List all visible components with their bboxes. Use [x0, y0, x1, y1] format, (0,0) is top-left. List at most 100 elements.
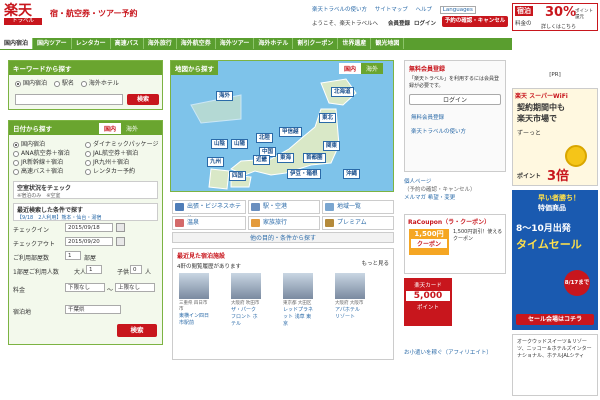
coupon-panel[interactable]: RaCoupon（ラ・クーポン） 1,500円 クーポン 1,500円割引！使え… — [404, 214, 506, 274]
date-tab-domestic[interactable]: 国内 — [99, 123, 122, 134]
date-radio-jrkyushu[interactable] — [85, 159, 91, 166]
onsen-icon — [175, 219, 184, 227]
nav-overseas-hotel[interactable]: 海外ホテル — [254, 38, 294, 49]
nav-overseas-air[interactable]: 海外航空券 — [177, 38, 216, 49]
kw-radio-station[interactable] — [53, 80, 60, 87]
region-okinawa[interactable]: 沖縄 — [343, 169, 361, 179]
sidebar-login-button[interactable]: ログイン — [409, 94, 501, 105]
howto-link[interactable]: 楽天トラベルの使い方 — [312, 7, 367, 13]
keyword-input[interactable] — [15, 94, 123, 105]
category-label: 地域一覧 — [337, 203, 362, 210]
category-onsen[interactable]: 温泉 — [172, 216, 246, 230]
region-tokai[interactable]: 東海 — [277, 153, 295, 163]
family-icon — [251, 219, 260, 227]
kw-radio-overseas[interactable] — [80, 80, 87, 87]
region-izu-hakone[interactable]: 伊豆・箱根 — [287, 169, 321, 179]
ana-title2: 特価商品 — [538, 204, 566, 212]
region-hokuriku[interactable]: 北陸 — [256, 133, 274, 143]
date-radio-jr[interactable] — [13, 159, 19, 166]
region-shutoken[interactable]: 首都圏 — [303, 153, 326, 163]
region-kyushu[interactable]: 九州 — [207, 157, 225, 167]
recent-hotel-card[interactable]: 東京都 大田区 レッドプラネット 浅草 東京 — [283, 273, 313, 327]
sidebar-link-howto[interactable]: 楽天トラベルの使い方 — [405, 125, 505, 137]
calendar-icon[interactable] — [116, 223, 125, 232]
kw-radio-domestic[interactable] — [15, 80, 21, 87]
nav-coupon[interactable]: 割引クーポン — [293, 38, 339, 49]
region-kanto[interactable]: 関東 — [323, 141, 341, 151]
category-station[interactable]: 駅・空港 — [248, 200, 320, 214]
region-sanyo[interactable]: 山陽 — [231, 139, 249, 149]
sidebar-link-register[interactable]: 無料会員登録 — [405, 109, 505, 125]
calendar-icon[interactable] — [116, 237, 125, 246]
price-max-select[interactable]: 上限なし — [115, 283, 155, 292]
date-radio-rentacar[interactable] — [85, 168, 91, 175]
nav-world-heritage[interactable]: 世界遺産 — [338, 38, 372, 49]
recent-hotel-card[interactable]: 三重県 四日市市 東横イン四日市駅前 — [179, 273, 209, 326]
vacancy-box[interactable]: 空室状況をチェック ※宿泊のみ ※空室 — [13, 181, 158, 199]
nav-bus[interactable]: 高速バス — [111, 38, 144, 49]
region-kinki[interactable]: 近畿 — [253, 155, 271, 165]
recent-hotel-card[interactable]: 大阪府 大阪市 アパホテル リゾート — [335, 273, 365, 320]
price-label: 料金 — [13, 287, 26, 294]
nav-overseas-travel[interactable]: 海外旅行 — [144, 38, 177, 49]
promo-top[interactable]: 宿泊 料金の 30% ポイント還元 詳しくはこちら — [512, 3, 598, 31]
ad-ana[interactable]: 早い者勝ち！ 特価商品 8〜10月出発 タイムセール 8/17まで セール会場は… — [512, 190, 598, 330]
category-business[interactable]: 出張・ビジネスホテル — [172, 200, 246, 222]
date-radio-jal[interactable] — [85, 150, 91, 157]
region-tohoku[interactable]: 東北 — [319, 113, 337, 123]
date-search-button[interactable]: 検索 — [117, 324, 157, 337]
keyword-search-button[interactable]: 検索 — [127, 94, 159, 105]
ad-wifi[interactable]: 楽天 スーパーWiFi 契約期間中も 楽天市場で ずーっと ポイント 3倍 — [512, 88, 598, 186]
ana-sale: タイムセール — [516, 238, 582, 251]
child-person-unit: 人 — [145, 269, 152, 276]
child-select[interactable]: 0 — [130, 265, 142, 274]
reserve-check-button[interactable]: 予約の確認・キャンセル — [442, 16, 508, 27]
promo-big: 30% — [545, 5, 577, 20]
recent-hotels-more[interactable]: もっと見る — [361, 259, 389, 267]
region-hokkaido[interactable]: 北海道 — [331, 87, 354, 97]
ad-jal[interactable]: オークウッドスイーツ＆リゾーツ、ニッコー＆ホテルズインターナショナル、ホテルJA… — [512, 334, 598, 396]
region-overseas[interactable]: 海外 — [216, 91, 234, 101]
languages-link[interactable]: Languages — [439, 6, 476, 14]
help-link[interactable]: ヘルプ — [416, 7, 433, 13]
sitemap-link[interactable]: サイトマップ — [375, 7, 408, 13]
affiliate-link[interactable]: お小遣いを稼ぐ（アフィリエイト） — [404, 348, 492, 356]
region-shikoku[interactable]: 四国 — [229, 171, 247, 181]
recent-hotel-card[interactable]: 大阪府 吹田市 ザ・パーク フロント ホテル — [231, 273, 261, 327]
category-more-link[interactable]: 他の目的・条件から探す — [172, 232, 394, 243]
logo[interactable]: 楽天 トラベル — [4, 4, 44, 26]
map-tab-domestic[interactable]: 国内 — [339, 63, 362, 74]
nav-overseas-tour[interactable]: 海外ツアー — [216, 38, 255, 49]
rooms-select[interactable]: 1 — [65, 251, 81, 260]
map-tab-overseas[interactable]: 海外 — [361, 63, 384, 74]
recent-search-box[interactable]: 最近検索した条件で探す 【9/18 2人利用】熊本・仙台・湯宿 — [13, 203, 158, 221]
category-area-list[interactable]: 地域一覧 — [322, 200, 394, 214]
date-tab-overseas[interactable]: 海外 — [121, 123, 143, 134]
checkin-input[interactable]: 2015/09/18 — [65, 223, 113, 232]
category-family[interactable]: 家族旅行 — [248, 216, 320, 230]
region-sanin[interactable]: 山陰 — [211, 139, 229, 149]
date-radio-stay[interactable] — [13, 141, 19, 148]
region-koshinetsu[interactable]: 甲信越 — [279, 127, 302, 137]
nav-domestic-stay[interactable]: 国内宿泊 — [0, 38, 34, 49]
hotel-name: ザ・パーク フロント ホテル — [231, 307, 258, 327]
nav-rentacar[interactable]: レンタカー — [72, 38, 111, 49]
date-opt-label: JR九州＋宿泊 — [93, 159, 129, 166]
pref-select[interactable]: 千葉県 — [65, 305, 121, 314]
nav-domestic-tour[interactable]: 国内ツアー — [33, 38, 72, 49]
category-premium[interactable]: プレミアム — [322, 216, 394, 230]
member-reg-link[interactable]: 会員登録 — [388, 19, 410, 27]
login-link[interactable]: ログイン — [414, 19, 436, 27]
price-min-select[interactable]: 下限なし — [65, 283, 105, 292]
card-panel[interactable]: 楽天カード 5,000 ポイント — [404, 278, 452, 326]
nav-sightseeing-map[interactable]: 観光地図 — [371, 38, 405, 49]
date-radio-ana[interactable] — [13, 150, 19, 157]
checkout-input[interactable]: 2015/09/20 — [65, 237, 113, 246]
date-radio-bus[interactable] — [13, 168, 19, 175]
adults-select[interactable]: 1 — [86, 265, 102, 274]
mail-link[interactable]: メルマガ 希望・変更 — [404, 194, 506, 202]
hotel-area: 三重県 四日市市 — [179, 301, 208, 312]
date-radio-dynamic[interactable] — [85, 141, 91, 148]
ana-more-button[interactable]: セール会場はコチラ — [516, 314, 594, 325]
my-page-link[interactable]: 個人ページ （予約の確認・キャンセル） メルマガ 希望・変更 — [404, 178, 506, 202]
